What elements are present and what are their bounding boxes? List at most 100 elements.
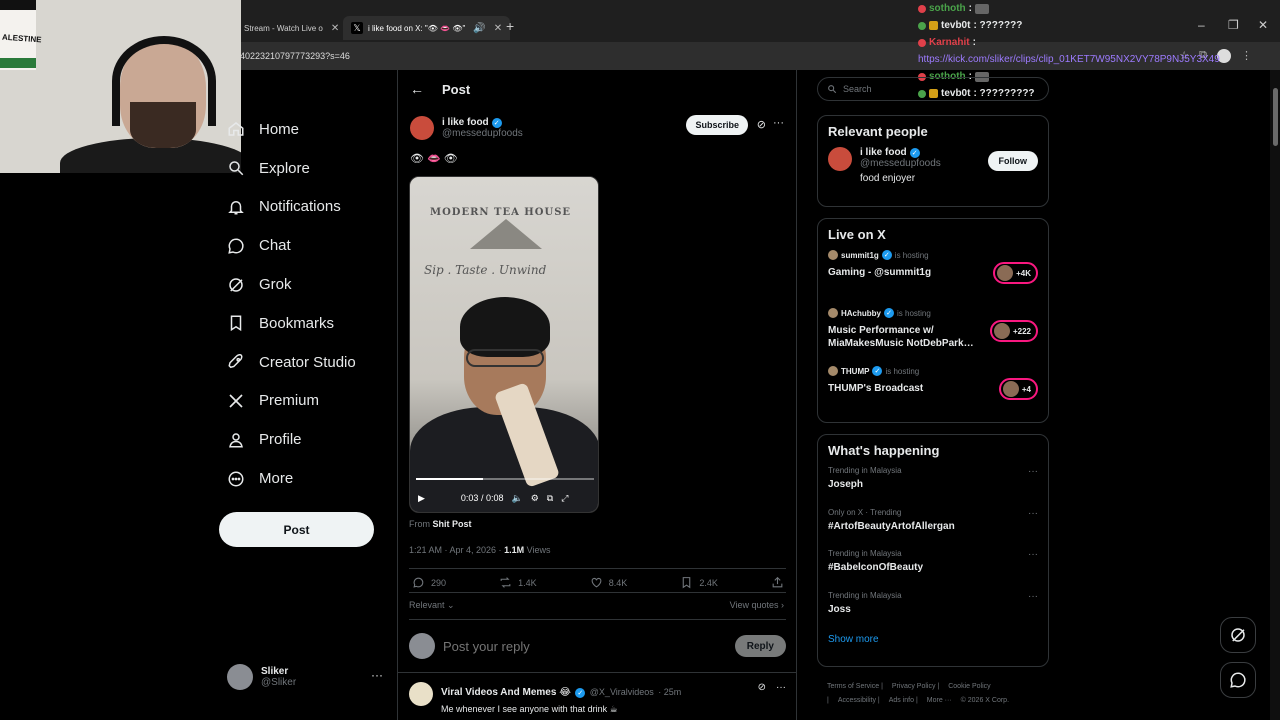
footer-link[interactable]: Privacy Policy | xyxy=(892,683,939,690)
video-player[interactable]: MODERN TEA HOUSE Sip . Taste . Unwind ▶ … xyxy=(409,176,599,513)
new-tab-button[interactable]: + xyxy=(506,18,514,34)
live-listener-pill[interactable]: +4 xyxy=(998,378,1038,400)
live-broadcast-item[interactable]: HAchubby ✓ is hosting Music Performance w/ … xyxy=(828,308,1038,366)
live-broadcast-item[interactable]: summit1g ✓ is hosting Gaming - @summit1g +4K xyxy=(828,250,1038,308)
grok-fab-button[interactable] xyxy=(1220,617,1256,653)
volume-icon[interactable]: 🔈 xyxy=(511,493,522,504)
host-name[interactable]: summit1g xyxy=(841,251,879,260)
reply-author-handle[interactable]: @X_Viralvideos xyxy=(590,687,654,697)
nav-notifications[interactable]: Notifications xyxy=(219,188,389,227)
relevant-person[interactable]: i like food ✓ @messedupfoods food enjoye… xyxy=(828,147,1038,184)
avatar[interactable] xyxy=(409,682,433,706)
compose-post-button[interactable]: Post xyxy=(219,512,374,547)
reply-sort-dropdown[interactable]: Relevant ⌄ xyxy=(409,600,455,611)
messages-fab-button[interactable] xyxy=(1220,662,1256,698)
scrollbar-thumb[interactable] xyxy=(1273,88,1278,146)
fullscreen-icon[interactable]: ⤢ xyxy=(561,493,568,504)
url-field[interactable]: 40223210797773293?s=46 xyxy=(240,51,350,61)
from-source-link[interactable]: Shit Post xyxy=(433,519,472,529)
trend-item[interactable]: Trending in Malaysia #BabelconOfBeauty ··· xyxy=(828,549,1038,591)
verified-badge-icon: ✓ xyxy=(881,250,892,260)
nav-explore[interactable]: Explore xyxy=(219,149,389,188)
chat-username[interactable]: tevb0t xyxy=(941,20,970,31)
close-tab-icon[interactable]: ✕ xyxy=(331,23,339,34)
play-icon[interactable]: ▶ xyxy=(418,493,425,504)
more-horizontal-icon[interactable]: ··· xyxy=(1028,591,1038,602)
footer-link[interactable]: More ··· xyxy=(927,697,952,704)
reply-button[interactable]: Reply xyxy=(734,635,786,657)
footer-link[interactable]: Ads info | xyxy=(889,697,918,704)
nav-chat[interactable]: Chat xyxy=(219,226,389,265)
browser-menu-icon[interactable]: ⋮ xyxy=(1241,49,1252,63)
bookmark-action[interactable]: 2.4K xyxy=(680,576,718,589)
page-scrollbar[interactable] xyxy=(1270,70,1280,720)
search-input[interactable]: Search xyxy=(817,77,1049,101)
subscribe-button[interactable]: Subscribe xyxy=(686,115,748,135)
grok-icon[interactable]: ⊘ xyxy=(758,682,766,693)
host-name[interactable]: THUMP xyxy=(841,367,869,376)
chat-username[interactable]: Karnahit xyxy=(929,37,970,48)
view-quotes-link[interactable]: View quotes › xyxy=(730,600,784,610)
speaker-icon[interactable]: 🔊 xyxy=(473,23,485,34)
live-listener-pill[interactable]: +4K xyxy=(993,262,1038,284)
person-name[interactable]: i like food ✓ xyxy=(860,147,941,158)
nav-premium-label: Premium xyxy=(259,392,320,410)
reply-author-name[interactable]: Viral Videos And Memes 😂 xyxy=(441,687,571,698)
show-more-link[interactable]: Show more xyxy=(828,634,1038,645)
back-arrow-icon[interactable]: ← xyxy=(410,81,424,97)
trend-context: Only on X · Trending xyxy=(828,507,902,517)
webcam-overlay: ALESTINE xyxy=(0,0,241,173)
reply-action[interactable]: 290 xyxy=(412,576,446,589)
more-horizontal-icon[interactable]: ··· xyxy=(1028,508,1038,519)
more-horizontal-icon[interactable]: ··· xyxy=(371,668,383,682)
more-horizontal-icon[interactable]: ··· xyxy=(1028,466,1038,477)
footer-link[interactable]: Terms of Service | xyxy=(827,683,883,690)
follow-button[interactable]: Follow xyxy=(987,151,1038,171)
nav-grok[interactable]: Grok xyxy=(219,265,389,304)
share-action[interactable] xyxy=(771,576,784,589)
pip-icon[interactable]: ⧉ xyxy=(547,493,553,504)
reply-input[interactable] xyxy=(443,638,727,654)
settings-gear-icon[interactable]: ⚙ xyxy=(531,493,539,504)
nav-premium[interactable]: Premium xyxy=(219,382,389,421)
avatar[interactable] xyxy=(410,116,434,140)
avatar[interactable] xyxy=(828,147,852,171)
trend-item[interactable]: Trending in Malaysia Joss ··· xyxy=(828,591,1038,633)
chat-sub-badge-icon xyxy=(929,21,938,30)
reply-count: 290 xyxy=(431,577,447,588)
account-switcher[interactable]: Sliker @Sliker ··· xyxy=(227,662,387,692)
nav-profile[interactable]: Profile xyxy=(219,420,389,459)
more-horizontal-icon[interactable]: ··· xyxy=(1028,549,1038,560)
close-tab-icon[interactable]: ✕ xyxy=(494,23,502,34)
author-handle[interactable]: @messedupfoods xyxy=(442,128,523,139)
trend-item[interactable]: Trending in Malaysia Joseph ··· xyxy=(828,466,1038,508)
live-listener-pill[interactable]: +222 xyxy=(989,320,1038,342)
like-action[interactable]: 8.4K xyxy=(590,576,627,589)
trend-item[interactable]: Only on X · Trending #ArtofBeautyArtofAll… xyxy=(828,508,1038,550)
author-name[interactable]: i like food ✓ xyxy=(442,117,523,128)
video-progress-bar[interactable] xyxy=(416,478,594,480)
heart-icon xyxy=(591,577,602,588)
tea-house-logo xyxy=(470,219,542,249)
reply-time[interactable]: · 25m xyxy=(658,687,681,697)
chat-message: sothoth: xyxy=(918,0,1238,17)
nav-home[interactable]: Home xyxy=(219,110,389,149)
grok-icon[interactable]: ⊘ xyxy=(757,118,766,131)
close-window-button[interactable]: ✕ xyxy=(1258,18,1268,32)
more-horizontal-icon[interactable]: ··· xyxy=(773,117,784,129)
reply-tweet[interactable]: Viral Videos And Memes 😂 ✓ @X_Viralvideo… xyxy=(409,682,786,715)
chat-username[interactable]: sothoth xyxy=(929,3,966,14)
repost-action[interactable]: 1.4K xyxy=(499,576,537,589)
more-horizontal-icon[interactable]: ··· xyxy=(776,682,786,693)
timestamp-text[interactable]: 1:21 AM · Apr 4, 2026 · xyxy=(409,545,502,555)
host-name[interactable]: HAchubby xyxy=(841,309,881,318)
footer-link[interactable]: Accessibility | xyxy=(838,697,880,704)
nav-creator-studio[interactable]: Creator Studio xyxy=(219,343,389,382)
nav-bookmarks[interactable]: Bookmarks xyxy=(219,304,389,343)
browser-tab-stream[interactable]: Stream - Watch Live o ✕ xyxy=(236,16,347,40)
chat-link[interactable]: https://kick.com/sliker/clips/clip_01KET… xyxy=(918,54,1220,65)
browser-tab-x-post[interactable]: 𝕏 i like food on X: "👁 👄 👁" 🔊 ✕ xyxy=(343,16,511,40)
footer-link[interactable]: © 2026 X Corp. xyxy=(961,697,1009,704)
live-broadcast-item[interactable]: THUMP ✓ is hosting THUMP's Broadcast +4 xyxy=(828,366,1038,424)
nav-more[interactable]: More xyxy=(219,459,389,498)
